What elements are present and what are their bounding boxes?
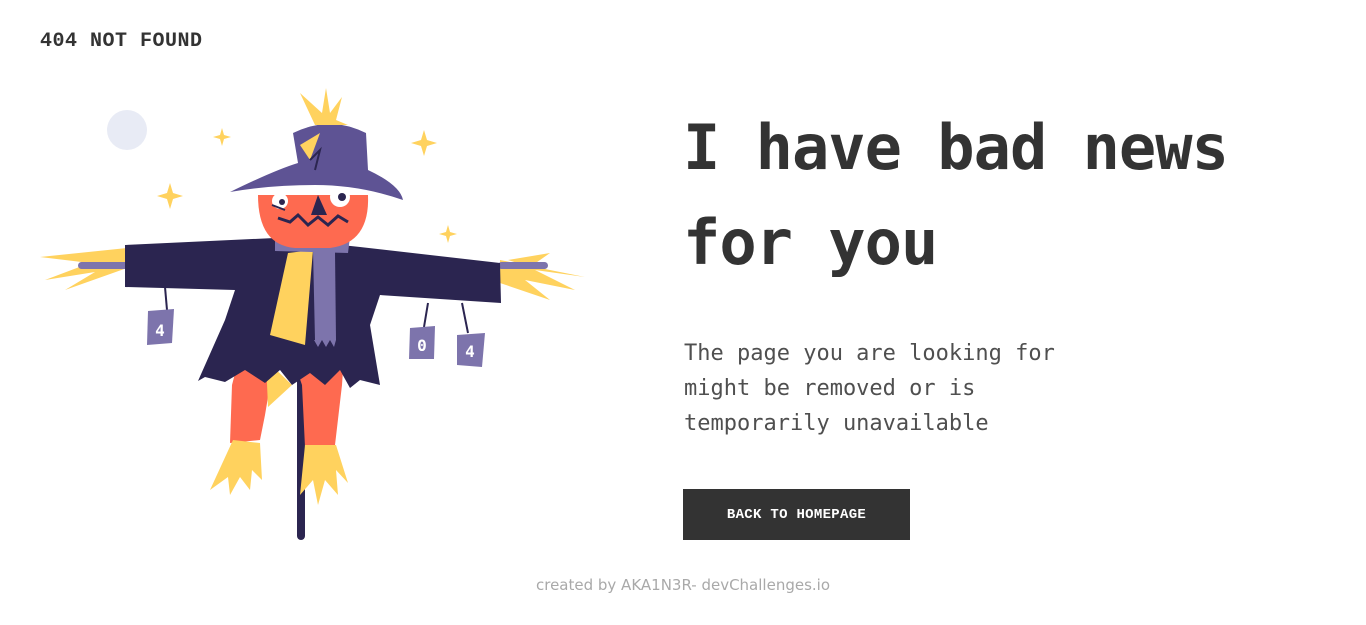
- can-label: 0: [417, 336, 427, 355]
- footer-credit: created by AKA1N3R- devChallenges.io: [535, 576, 831, 594]
- head: [258, 187, 369, 248]
- right-stick: [498, 262, 548, 269]
- back-to-homepage-button[interactable]: BACK TO HOMEPAGE: [683, 489, 910, 540]
- right-hand-straw: [500, 253, 585, 300]
- error-message: The page you are looking for might be re…: [684, 336, 1124, 441]
- message-line-2: might be removed or is: [684, 376, 976, 401]
- message-line-3: temporarily unavailable: [684, 411, 989, 436]
- moon-icon: [107, 110, 147, 150]
- page-headline: I have bad news for you: [683, 100, 1323, 290]
- can-left: 4: [147, 286, 174, 345]
- headline-line-2: for you: [683, 206, 938, 279]
- can-right: 4: [457, 302, 485, 367]
- scarecrow-illustration: 4 0 4: [40, 88, 585, 540]
- site-logo[interactable]: 404 NOT FOUND: [40, 30, 203, 53]
- message-line-1: The page you are looking for: [684, 341, 1055, 366]
- can-label: 4: [465, 342, 475, 361]
- hat: [230, 88, 403, 200]
- can-middle: 0: [409, 302, 435, 359]
- headline-line-1: I have bad news: [683, 111, 1229, 184]
- left-stick: [78, 262, 130, 269]
- coat: [125, 238, 501, 388]
- can-label: 4: [155, 321, 165, 340]
